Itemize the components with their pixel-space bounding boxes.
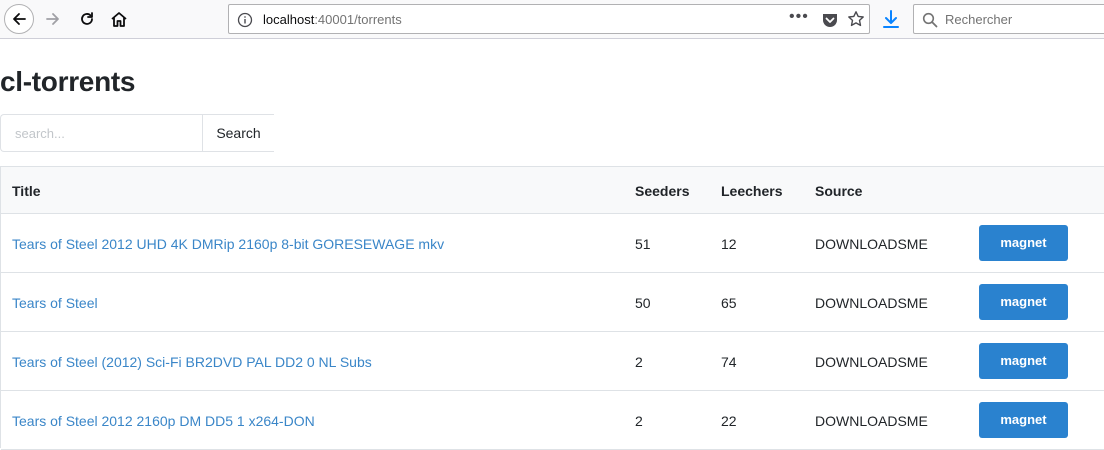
- page-title: cl-torrents: [0, 66, 136, 97]
- seeders-count: 51: [635, 236, 651, 252]
- bookmark-star-icon[interactable]: [847, 10, 865, 28]
- magnet-button[interactable]: magnet: [979, 284, 1068, 320]
- search-icon: [922, 12, 938, 28]
- url-host: localhost: [263, 12, 315, 27]
- seeders-count: 2: [635, 413, 643, 429]
- torrent-title-link[interactable]: Tears of Steel: [12, 295, 98, 311]
- leechers-count: 22: [721, 413, 737, 429]
- browser-toolbar: localhost:40001/torrents ••• Rechercher: [0, 0, 1104, 39]
- table-row: Tears of Steel (2012) Sci-Fi BR2DVD PAL …: [1, 332, 1104, 391]
- header-leechers: Leechers: [721, 183, 783, 199]
- leechers-count: 12: [721, 236, 737, 252]
- search-input[interactable]: [0, 114, 203, 152]
- arrow-right-icon: [46, 13, 59, 25]
- forward-button[interactable]: [38, 4, 68, 34]
- magnet-button[interactable]: magnet: [979, 402, 1068, 438]
- torrent-title-link[interactable]: Tears of Steel 2012 2160p DM DD5 1 x264-…: [12, 413, 315, 429]
- info-icon[interactable]: [237, 12, 253, 28]
- reload-icon: [81, 12, 93, 25]
- pocket-icon[interactable]: [821, 11, 839, 29]
- table-row: Tears of Steel 50 65 DOWNLOADSME magnet: [1, 273, 1104, 332]
- torrent-title-link[interactable]: Tears of Steel 2012 UHD 4K DMRip 2160p 8…: [12, 236, 444, 252]
- magnet-button[interactable]: magnet: [979, 225, 1068, 261]
- source-name: DOWNLOADSME: [815, 295, 928, 311]
- magnet-button[interactable]: magnet: [979, 343, 1068, 379]
- header-seeders: Seeders: [635, 183, 690, 199]
- table-row: Tears of Steel 2012 UHD 4K DMRip 2160p 8…: [1, 214, 1104, 273]
- reload-button[interactable]: [72, 4, 102, 34]
- header-source: Source: [815, 183, 863, 199]
- header-title: Title: [12, 183, 41, 199]
- source-name: DOWNLOADSME: [815, 354, 928, 370]
- torrents-table: Title Seeders Leechers Source Tears of S…: [0, 166, 1104, 450]
- browser-search-placeholder: Rechercher: [945, 12, 1013, 27]
- table-row: Tears of Steel 2012 2160p DM DD5 1 x264-…: [1, 391, 1104, 450]
- seeders-count: 2: [635, 354, 643, 370]
- source-name: DOWNLOADSME: [815, 413, 928, 429]
- back-button[interactable]: [4, 4, 34, 34]
- seeders-count: 50: [635, 295, 651, 311]
- page-actions-icon[interactable]: •••: [789, 8, 809, 26]
- url-bar[interactable]: localhost:40001/torrents •••: [228, 4, 870, 34]
- arrow-left-icon: [13, 13, 26, 25]
- download-icon[interactable]: [880, 8, 902, 30]
- home-button[interactable]: [104, 4, 134, 34]
- browser-search-bar[interactable]: Rechercher: [913, 4, 1104, 34]
- url-path: :40001/torrents: [314, 12, 402, 27]
- search-button[interactable]: Search: [202, 114, 274, 152]
- home-icon: [111, 12, 127, 27]
- source-name: DOWNLOADSME: [815, 236, 928, 252]
- leechers-count: 65: [721, 295, 737, 311]
- table-header: Title Seeders Leechers Source: [1, 167, 1104, 214]
- torrent-title-link[interactable]: Tears of Steel (2012) Sci-Fi BR2DVD PAL …: [12, 354, 372, 370]
- leechers-count: 74: [721, 354, 737, 370]
- url-text[interactable]: localhost:40001/torrents: [263, 12, 402, 27]
